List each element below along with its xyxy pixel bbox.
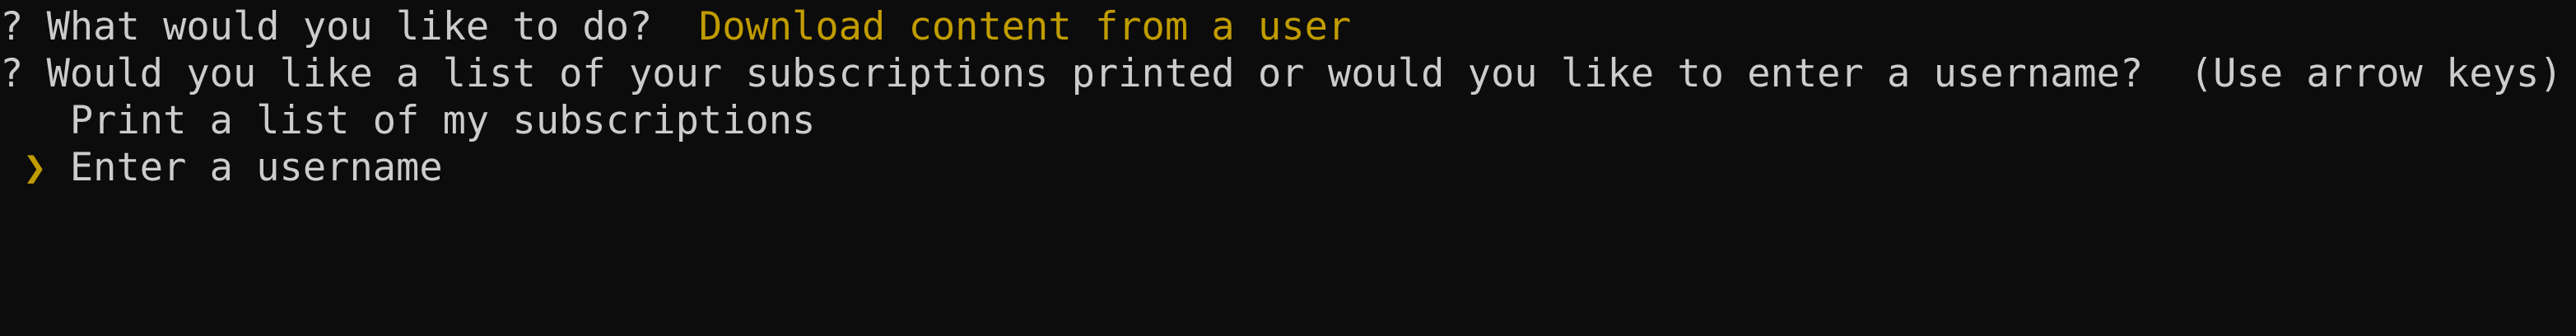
answer-text: Download content from a user [698,4,1352,49]
choice-item-print-subscriptions[interactable]: Print a list of my subscriptions [0,97,815,144]
question-marker: ? [0,51,24,96]
choice-item-enter-username[interactable]: ❯ Enter a username [0,144,443,191]
question-text: Would you like a list of your subscripti… [46,51,2144,96]
question-text: What would you like to do? [46,4,653,49]
choice-label: Enter a username [69,145,443,190]
question-marker: ? [0,4,24,49]
prompt-line-1: ? What would you like to do? Download co… [0,3,1351,50]
hint-text: (Use arrow keys) [2189,51,2563,96]
choice-label: Print a list of my subscriptions [69,98,816,143]
prompt-line-2: ? Would you like a list of your subscrip… [0,50,2563,97]
selection-pointer-icon: ❯ [23,145,47,190]
terminal-window: ? What would you like to do? Download co… [0,0,2576,336]
